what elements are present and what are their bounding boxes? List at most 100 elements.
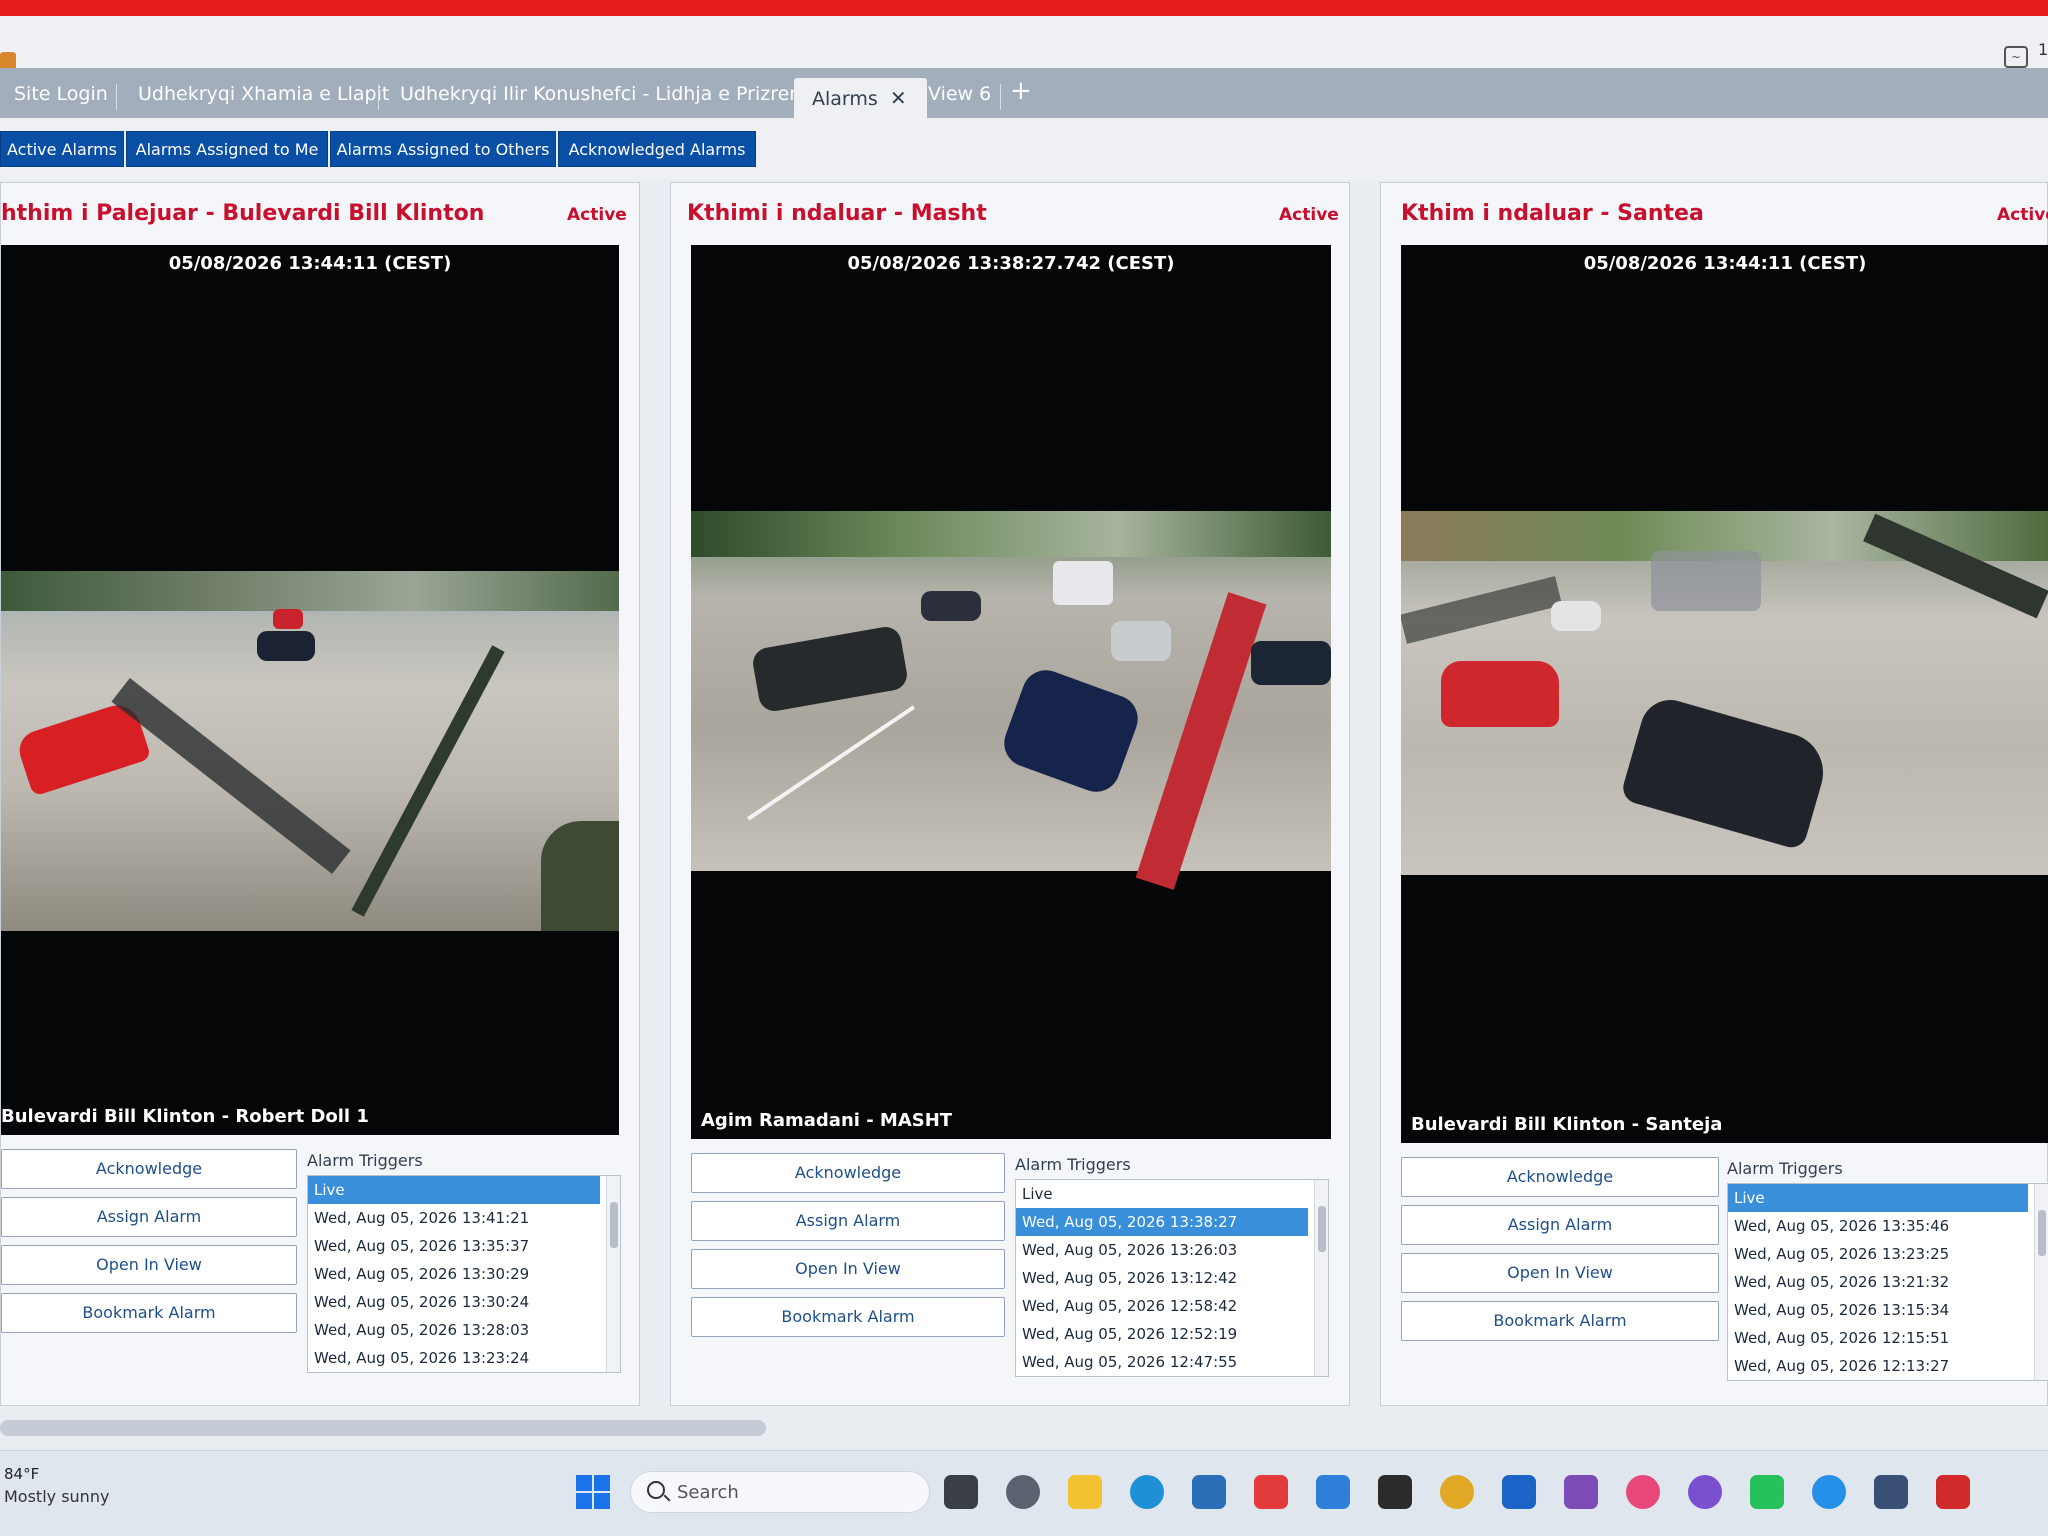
assign-alarm-button[interactable]: Assign Alarm (691, 1201, 1005, 1241)
alarm-panel: Kthimi i ndaluar - Masht Active 05/08/20… (670, 182, 1350, 1406)
acknowledge-button[interactable]: Acknowledge (1401, 1157, 1719, 1197)
subtab-assigned-to-others[interactable]: Alarms Assigned to Others (330, 131, 556, 167)
list-item[interactable]: Wed, Aug 05, 2026 12:47:55 (1016, 1348, 1328, 1376)
title-bar: ~ 1 (0, 16, 2048, 70)
subtab-acknowledged-alarms[interactable]: Acknowledged Alarms (558, 131, 756, 167)
video-timestamp: 05/08/2026 13:44:11 (CEST) (1583, 253, 1867, 274)
video-feed[interactable]: 05/08/2026 13:38:27.742 (CEST) Agim Rama… (691, 245, 1331, 1139)
list-item[interactable]: Wed, Aug 05, 2026 12:15:51 (1728, 1324, 2048, 1352)
list-item[interactable]: Wed, Aug 05, 2026 13:28:03 (308, 1316, 620, 1344)
status-badge: Active (1997, 205, 2048, 225)
tab-xhamia-e-llapit[interactable]: Udhekryqi Xhamia e Llapit (138, 76, 389, 112)
video-timestamp: 05/08/2026 13:38:27.742 (CEST) (847, 253, 1175, 274)
list-item[interactable]: Live (308, 1176, 600, 1204)
camera-image (691, 511, 1331, 890)
add-tab-icon[interactable]: + (1010, 76, 1032, 106)
subtab-active-alarms[interactable]: Active Alarms (0, 131, 124, 167)
list-item[interactable]: Wed, Aug 05, 2026 12:13:27 (1728, 1352, 2048, 1380)
chrome-icon[interactable] (1440, 1475, 1474, 1509)
bookmark-alarm-button[interactable]: Bookmark Alarm (1401, 1301, 1719, 1341)
whatsapp-icon[interactable] (1750, 1475, 1784, 1509)
alarm-triggers-list[interactable]: Live Wed, Aug 05, 2026 13:41:21 Wed, Aug… (307, 1175, 621, 1373)
outlook-icon[interactable] (1316, 1475, 1350, 1509)
scroll-thumb[interactable] (1318, 1206, 1326, 1252)
graph-icon[interactable]: ~ (2004, 46, 2028, 68)
list-item[interactable]: Wed, Aug 05, 2026 12:52:19 (1016, 1320, 1328, 1348)
tab-lidhja-e-prizrenit[interactable]: Udhekryqi Ilir Konushefci - Lidhja e Pri… (400, 76, 814, 112)
tab-alarms-label: Alarms (812, 88, 878, 110)
top-red-strip (0, 0, 2048, 16)
scroll-thumb[interactable] (610, 1202, 618, 1248)
list-item[interactable]: Wed, Aug 05, 2026 13:38:27 (1016, 1208, 1308, 1236)
search-label: Search (677, 1482, 739, 1503)
assign-alarm-button[interactable]: Assign Alarm (1, 1197, 297, 1237)
vms-client-icon[interactable] (1254, 1475, 1288, 1509)
windows-start-icon[interactable] (576, 1475, 610, 1509)
acknowledge-button[interactable]: Acknowledge (1, 1149, 297, 1189)
eye-viewer-icon[interactable] (1874, 1475, 1908, 1509)
task-view-icon[interactable] (944, 1475, 978, 1509)
list-scrollbar[interactable] (2034, 1184, 2048, 1380)
tab-separator (378, 84, 379, 110)
list-item[interactable]: Wed, Aug 05, 2026 13:15:34 (1728, 1296, 2048, 1324)
list-item[interactable]: Wed, Aug 05, 2026 12:58:42 (1016, 1292, 1328, 1320)
taskbar-search[interactable]: Search (630, 1471, 930, 1513)
tab-site-login[interactable]: Site Login (14, 76, 108, 112)
file-explorer-icon[interactable] (1068, 1475, 1102, 1509)
list-item[interactable]: Wed, Aug 05, 2026 13:12:42 (1016, 1264, 1328, 1292)
subtab-assigned-to-me[interactable]: Alarms Assigned to Me (126, 131, 328, 167)
video-feed[interactable]: 05/08/2026 13:44:11 (CEST) Bulevardi Bil… (1401, 245, 2048, 1143)
list-item[interactable]: Live (1728, 1184, 2028, 1212)
tab-alarms[interactable]: Alarms ✕ (794, 78, 927, 118)
close-icon[interactable]: ✕ (890, 86, 907, 110)
camera-name: Bulevardi Bill Klinton - Santeja (1411, 1114, 1723, 1135)
alarm-triggers-label: Alarm Triggers (1015, 1155, 1131, 1174)
alarm-triggers-list[interactable]: Live Wed, Aug 05, 2026 13:35:46 Wed, Aug… (1727, 1183, 2048, 1381)
camera-image (1, 571, 619, 931)
assign-alarm-button[interactable]: Assign Alarm (1401, 1205, 1719, 1245)
status-badge: Active (567, 205, 627, 225)
bookmark-alarm-button[interactable]: Bookmark Alarm (1, 1293, 297, 1333)
list-item[interactable]: Wed, Aug 05, 2026 13:23:25 (1728, 1240, 2048, 1268)
list-item[interactable]: Wed, Aug 05, 2026 13:30:29 (308, 1260, 620, 1288)
list-item[interactable]: Wed, Aug 05, 2026 13:30:24 (308, 1288, 620, 1316)
alarm-triggers-list[interactable]: Live Wed, Aug 05, 2026 13:38:27 Wed, Aug… (1015, 1179, 1329, 1377)
weather-description[interactable]: Mostly sunny (4, 1487, 109, 1506)
alarm-title: hthim i Palejuar - Bulevardi Bill Klinto… (1, 201, 485, 226)
list-item[interactable]: Wed, Aug 05, 2026 13:41:21 (308, 1204, 620, 1232)
viber-icon[interactable] (1688, 1475, 1722, 1509)
teams-icon[interactable] (1564, 1475, 1598, 1509)
pdf-reader-icon[interactable] (1936, 1475, 1970, 1509)
weather-temperature[interactable]: 84°F (4, 1465, 39, 1483)
list-item[interactable]: Wed, Aug 05, 2026 13:23:24 (308, 1344, 620, 1372)
video-feed[interactable]: 05/08/2026 13:44:11 (CEST) Bulevardi Bil… (1, 245, 619, 1135)
messenger-icon[interactable] (1812, 1475, 1846, 1509)
horizontal-scrollbar[interactable] (0, 1420, 766, 1436)
chat-icon[interactable] (1006, 1475, 1040, 1509)
open-in-view-button[interactable]: Open In View (1, 1245, 297, 1285)
video-timestamp: 05/08/2026 13:44:11 (CEST) (168, 253, 452, 274)
tab-separator (116, 84, 117, 110)
tab-separator (1000, 84, 1001, 110)
acknowledge-button[interactable]: Acknowledge (691, 1153, 1005, 1193)
list-item[interactable]: Wed, Aug 05, 2026 13:35:46 (1728, 1212, 2048, 1240)
mail-icon[interactable] (1502, 1475, 1536, 1509)
scroll-thumb[interactable] (2038, 1210, 2046, 1256)
edge-browser-icon[interactable] (1130, 1475, 1164, 1509)
alarm-triggers-label: Alarm Triggers (307, 1151, 423, 1170)
title-counter: 1 (2038, 40, 2048, 59)
tab-view-6[interactable]: View 6 (928, 76, 991, 112)
list-scrollbar[interactable] (1314, 1180, 1328, 1376)
list-scrollbar[interactable] (606, 1176, 620, 1372)
bookmark-alarm-button[interactable]: Bookmark Alarm (691, 1297, 1005, 1337)
list-item[interactable]: Wed, Aug 05, 2026 13:21:32 (1728, 1268, 2048, 1296)
remote-tool-icon[interactable] (1378, 1475, 1412, 1509)
list-item[interactable]: Live (1016, 1180, 1328, 1208)
list-item[interactable]: Wed, Aug 05, 2026 13:35:37 (308, 1232, 620, 1260)
open-in-view-button[interactable]: Open In View (1401, 1253, 1719, 1293)
open-in-view-button[interactable]: Open In View (691, 1249, 1005, 1289)
status-badge: Active (1279, 205, 1339, 225)
media-icon[interactable] (1626, 1475, 1660, 1509)
list-item[interactable]: Wed, Aug 05, 2026 13:26:03 (1016, 1236, 1328, 1264)
store-icon[interactable] (1192, 1475, 1226, 1509)
